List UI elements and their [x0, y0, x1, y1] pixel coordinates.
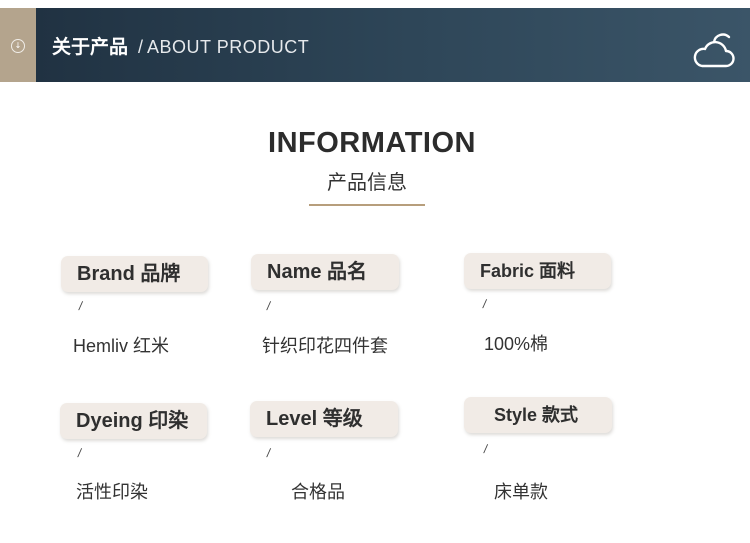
style-slash: /	[482, 442, 489, 456]
arrow-down-circle-icon: ↓	[11, 39, 25, 53]
header-title: 关于产品 / ABOUT PRODUCT	[52, 8, 309, 82]
header-separator: /	[138, 37, 144, 57]
style-label: Style 款式	[464, 397, 612, 433]
brand-value: Hemliv 红米	[73, 336, 170, 356]
dyeing-label: Dyeing 印染	[60, 403, 207, 439]
fabric-label: Fabric 面料	[464, 253, 611, 289]
fabric-slash: /	[481, 297, 488, 311]
title-underline	[309, 204, 425, 206]
name-label: Name 品名	[251, 254, 399, 290]
header-title-en: ABOUT PRODUCT	[147, 37, 310, 57]
header-tab[interactable]: ↓	[0, 8, 36, 82]
name-slash: /	[265, 299, 272, 313]
brand-label: Brand 品牌	[61, 256, 208, 292]
level-slash: /	[265, 446, 272, 460]
cloud-icon	[693, 33, 735, 68]
info-subtitle: 产品信息	[327, 172, 407, 194]
brand-slash: /	[77, 299, 84, 313]
level-label: Level 等级	[250, 401, 398, 437]
style-value: 床单款	[494, 482, 548, 502]
dyeing-value: 活性印染	[76, 482, 148, 502]
header-bar: ↓ 关于产品 / ABOUT PRODUCT	[0, 8, 750, 82]
info-title: INFORMATION	[268, 127, 476, 159]
name-value: 针织印花四件套	[262, 336, 388, 356]
fabric-value: 100%棉	[484, 334, 549, 354]
header-title-cn: 关于产品	[52, 37, 129, 58]
level-value: 合格品	[291, 482, 345, 502]
dyeing-slash: /	[76, 446, 83, 460]
